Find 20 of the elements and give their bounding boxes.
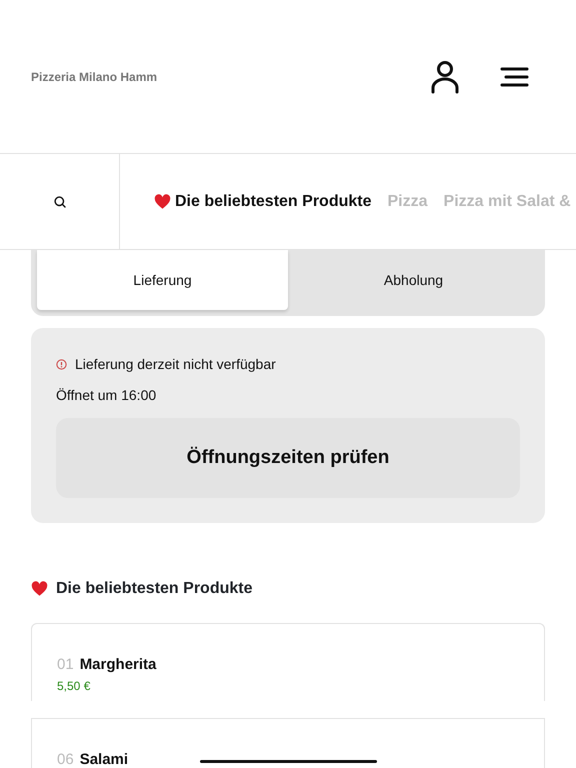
product-price: 5,50 € <box>57 678 92 694</box>
heart-icon <box>154 194 171 210</box>
product-name: Margherita <box>80 655 156 675</box>
opening-hours-button[interactable]: Öffnungszeiten prüfen <box>56 418 520 498</box>
product-card[interactable]: 01 Margherita 5,50 € <box>31 623 545 701</box>
menu-icon[interactable] <box>500 66 529 86</box>
product-number: 01 <box>57 655 74 675</box>
section-title: Die beliebtesten Produkte <box>56 579 252 599</box>
heart-icon <box>31 581 48 597</box>
order-mode-tab[interactable]: Abholung <box>288 250 539 310</box>
product-number: 06 <box>57 750 74 768</box>
user-icon[interactable] <box>430 60 460 94</box>
order-mode-tab[interactable]: Lieferung <box>37 250 288 310</box>
opening-time: Öffnet um 16:00 <box>56 386 158 405</box>
notice-message: Lieferung derzeit nicht verfügbar <box>75 355 276 374</box>
info-icon <box>56 359 67 370</box>
header-title: Pizzeria Milano Hamm <box>31 68 158 86</box>
product-name: Salami <box>80 750 128 768</box>
search-icon[interactable] <box>54 196 66 208</box>
category-tab[interactable]: Die beliebtesten Produkte <box>154 190 372 214</box>
